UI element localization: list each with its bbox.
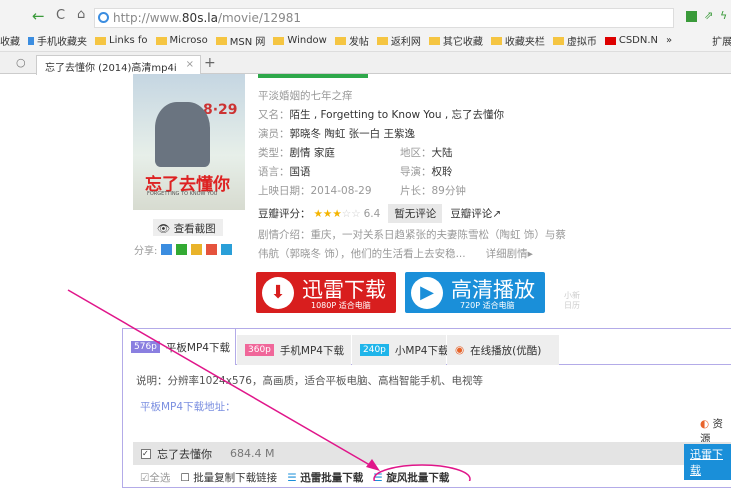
annotation-arrowhead	[366, 459, 380, 471]
annotation-ellipse	[373, 464, 471, 481]
annotation-arrow	[67, 289, 376, 469]
annotation-overlay	[67, 289, 471, 481]
